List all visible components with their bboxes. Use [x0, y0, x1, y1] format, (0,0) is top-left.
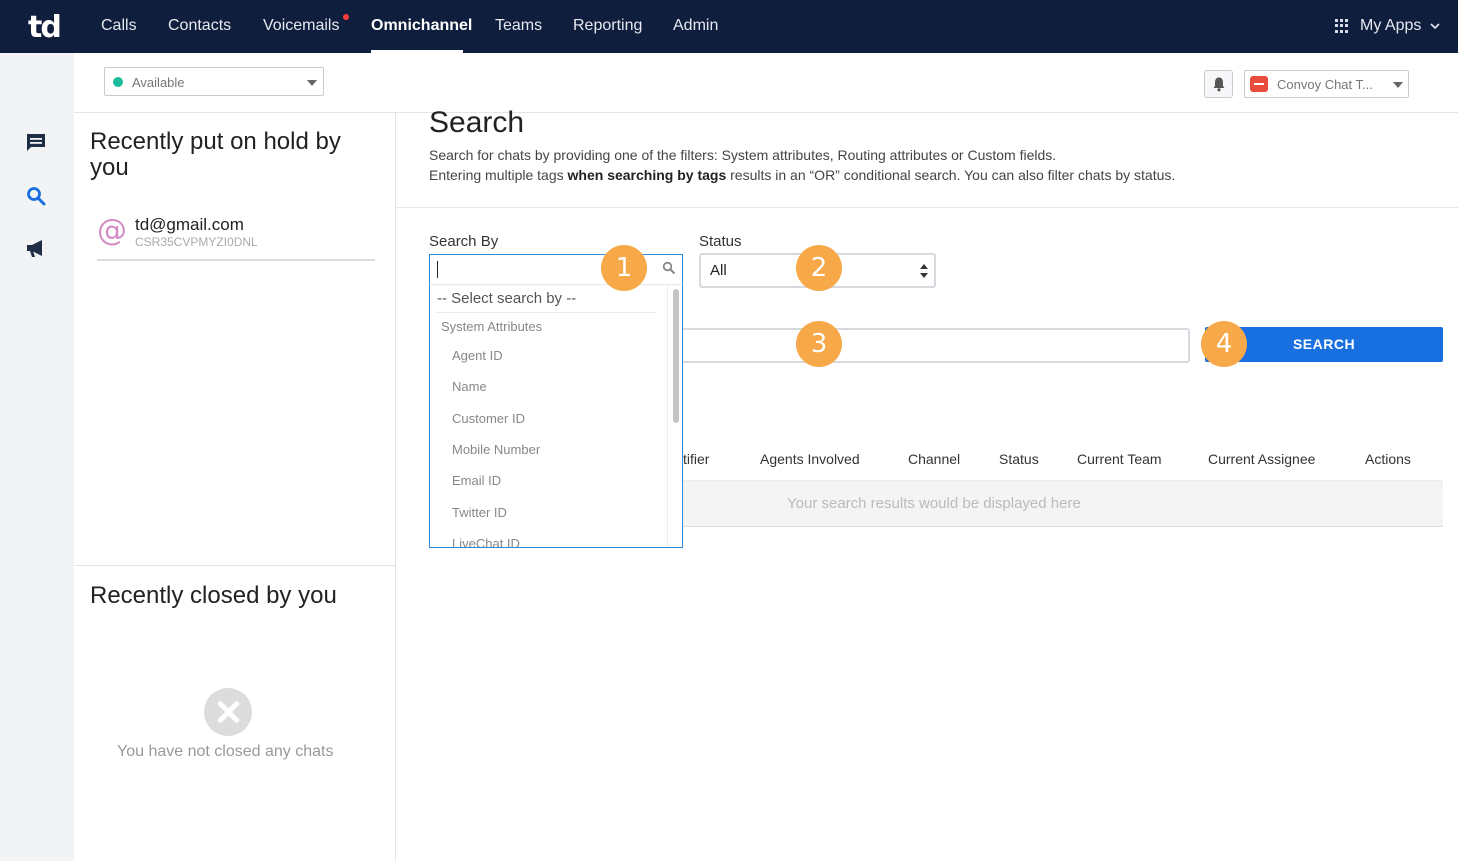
integration-select[interactable]: Convoy Chat T... — [1244, 70, 1409, 98]
search-by-label: Search By — [429, 233, 499, 250]
option-customer-id[interactable]: Customer ID — [452, 411, 525, 426]
megaphone-icon[interactable] — [25, 237, 47, 259]
search-query-input[interactable] — [683, 328, 1190, 363]
hold-section-title: Recently put on hold by you — [90, 128, 341, 181]
page-description-2: Entering multiple tags when searching by… — [429, 167, 1176, 183]
option-email-id[interactable]: Email ID — [452, 473, 501, 488]
select-arrows-icon — [920, 264, 928, 278]
dropdown-divider — [436, 312, 656, 313]
results-placeholder: Your search results would be displayed h… — [787, 495, 1081, 512]
column-header-status: Status — [999, 451, 1039, 467]
bell-icon — [1213, 77, 1225, 92]
nav-omnichannel[interactable]: Omnichannel — [371, 17, 472, 35]
page-description-1: Search for chats by providing one of the… — [429, 147, 1057, 163]
voicemail-notification-dot — [343, 14, 349, 20]
search-icon — [662, 261, 676, 275]
option-twitter-id[interactable]: Twitter ID — [452, 505, 507, 520]
top-navbar: td Calls Contacts Voicemails Omnichannel… — [0, 0, 1458, 53]
caret-down-icon — [307, 80, 317, 86]
nav-voicemails[interactable]: Voicemails — [263, 17, 339, 35]
left-panel: Recently put on hold by you @ td@gmail.c… — [74, 113, 396, 861]
option-agent-id[interactable]: Agent ID — [452, 348, 503, 363]
table-row: Your search results would be displayed h… — [683, 480, 1443, 527]
chat-icon[interactable] — [25, 132, 47, 154]
dropdown-group-label: System Attributes — [441, 319, 543, 334]
option-mobile-number[interactable]: Mobile Number — [452, 442, 540, 457]
nav-contacts[interactable]: Contacts — [168, 17, 231, 35]
search-by-dropdown[interactable]: -- Select search by -- System Attributes… — [429, 284, 683, 548]
status-dot — [113, 77, 123, 87]
dropdown-placeholder-option[interactable]: -- Select search by -- — [437, 290, 576, 307]
chevron-down-icon[interactable] — [1429, 20, 1441, 32]
closed-empty-message: You have not closed any chats — [117, 743, 334, 760]
annotation-badge-1: 1 — [601, 245, 647, 291]
grid-icon[interactable] — [1335, 19, 1349, 33]
status-label: Status — [699, 233, 742, 250]
annotation-badge-3: 3 — [796, 321, 842, 367]
text-cursor — [437, 261, 438, 278]
annotation-badge-4: 4 — [1201, 321, 1247, 367]
status-value: All — [710, 262, 727, 279]
my-apps-menu[interactable]: My Apps — [1360, 17, 1421, 35]
nav-calls[interactable]: Calls — [101, 17, 137, 35]
left-rail — [0, 53, 74, 861]
column-header-actions: Actions — [1365, 451, 1411, 467]
option-name[interactable]: Name — [452, 379, 487, 394]
hold-item-email: td@gmail.com — [135, 215, 244, 234]
dropdown-scroll-track — [667, 285, 668, 547]
close-circle-icon — [204, 688, 252, 736]
caret-down-icon — [1393, 82, 1403, 88]
sub-header: Available Convoy Chat T... — [74, 53, 1458, 113]
integration-value: Convoy Chat T... — [1277, 77, 1373, 92]
nav-admin[interactable]: Admin — [673, 17, 718, 35]
dropdown-scrollbar[interactable] — [673, 289, 679, 423]
column-header-identifier: tifier — [683, 451, 710, 467]
email-at-icon: @ — [97, 213, 127, 248]
availability-value: Available — [132, 75, 185, 90]
column-header-agents: Agents Involved — [760, 451, 860, 467]
hold-item-id: CSR35CVPMYZI0DNL — [135, 235, 258, 249]
page-title: Search — [429, 106, 525, 139]
nav-teams[interactable]: Teams — [495, 17, 542, 35]
annotation-badge-2: 2 — [796, 245, 842, 291]
column-header-current-assignee: Current Assignee — [1208, 451, 1316, 467]
section-divider — [74, 565, 396, 566]
option-livechat-id[interactable]: LiveChat ID — [452, 536, 520, 547]
nav-reporting[interactable]: Reporting — [573, 17, 642, 35]
search-icon[interactable] — [25, 185, 47, 207]
header-divider — [396, 207, 1458, 208]
closed-section-title: Recently closed by you — [90, 582, 337, 609]
column-header-current-team: Current Team — [1077, 451, 1162, 467]
list-item[interactable]: @ td@gmail.com CSR35CVPMYZI0DNL — [97, 213, 375, 261]
app-logo[interactable]: td — [28, 10, 62, 45]
column-header-channel: Channel — [908, 451, 961, 467]
notifications-button[interactable] — [1204, 70, 1233, 98]
availability-select[interactable]: Available — [104, 67, 324, 96]
convoy-logo-icon — [1250, 76, 1268, 92]
